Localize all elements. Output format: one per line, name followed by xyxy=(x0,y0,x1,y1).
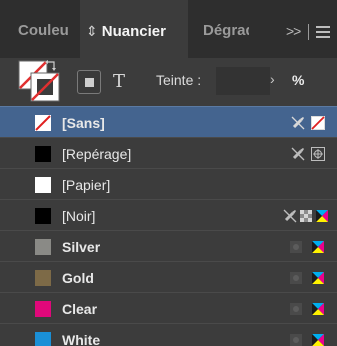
swatch-magenta-chip xyxy=(35,301,51,317)
panel-tab-bar: Couleu ⇕Nuancier Dégrad >> xyxy=(0,0,337,58)
swatch-row-white[interactable]: White xyxy=(0,323,337,346)
formatting-container-button[interactable] xyxy=(77,70,101,94)
swatch-name: [Sans] xyxy=(62,115,105,131)
swatch-white-chip xyxy=(35,177,51,193)
swatch-name: [Noir] xyxy=(62,208,96,224)
tab-degrade[interactable]: Dégrad xyxy=(203,0,249,58)
swatch-row-papier[interactable]: [Papier] xyxy=(0,168,337,199)
no-edit-icon xyxy=(282,208,298,224)
process-icon xyxy=(288,239,304,255)
swatch-name: [Repérage] xyxy=(62,146,132,162)
process-icon xyxy=(288,332,304,346)
no-edit-icon xyxy=(290,146,306,162)
swatch-name: [Papier] xyxy=(62,177,111,193)
swatch-name: Gold xyxy=(62,270,94,286)
formatting-text-button[interactable]: T xyxy=(107,70,131,94)
registration-icon xyxy=(310,146,326,162)
tab-nuancier[interactable]: ⇕ Nuancier xyxy=(80,0,188,58)
process-icon xyxy=(288,270,304,286)
process-icon xyxy=(298,208,314,224)
cmyk-icon xyxy=(310,239,326,255)
swatch-none-chip xyxy=(35,115,51,131)
swatch-gold-chip xyxy=(35,270,51,286)
process-icon xyxy=(288,301,304,317)
swatch-row-silver[interactable]: Silver xyxy=(0,230,337,261)
tab-nuancier-label: Nuancier xyxy=(101,23,166,40)
tab-couleur[interactable]: Couleu xyxy=(18,0,80,58)
tint-input[interactable] xyxy=(216,67,270,95)
cmyk-icon xyxy=(314,208,330,224)
tab-separator xyxy=(308,24,309,40)
tab-updown-icon: ⇕ xyxy=(86,23,98,39)
swatch-row-sans[interactable]: [Sans] xyxy=(0,106,337,137)
swatch-black-chip xyxy=(35,208,51,224)
panel-menu-icon[interactable] xyxy=(316,26,337,38)
swatch-name: Clear xyxy=(62,301,98,317)
swatch-row-reperage[interactable]: [Repérage] xyxy=(0,137,337,168)
swatch-row-noir[interactable]: [Noir] xyxy=(0,199,337,230)
tint-unit: % xyxy=(292,72,305,88)
tab-overflow-button[interactable]: >> xyxy=(286,0,301,58)
no-edit-icon xyxy=(290,115,306,131)
swap-fill-stroke-icon[interactable] xyxy=(45,58,57,71)
none-type-icon xyxy=(310,115,326,131)
cmyk-icon xyxy=(310,301,326,317)
swatch-name: White xyxy=(62,332,101,346)
swatch-name: Silver xyxy=(62,239,101,255)
swatch-black-chip xyxy=(35,146,51,162)
swatch-row-clear[interactable]: Clear xyxy=(0,292,337,323)
swatch-controls: T Teinte : › % xyxy=(0,58,337,106)
tint-arrow-icon[interactable]: › xyxy=(270,71,275,87)
swatch-list: [Sans] [Repérage] [Papier] [Noir] Silver… xyxy=(0,106,337,346)
tint-label: Teinte : xyxy=(156,72,202,88)
swatch-silver-chip xyxy=(35,239,51,255)
swatch-row-gold[interactable]: Gold xyxy=(0,261,337,292)
cmyk-icon xyxy=(310,332,326,346)
cmyk-icon xyxy=(310,270,326,286)
swatch-blue-chip xyxy=(35,332,51,346)
